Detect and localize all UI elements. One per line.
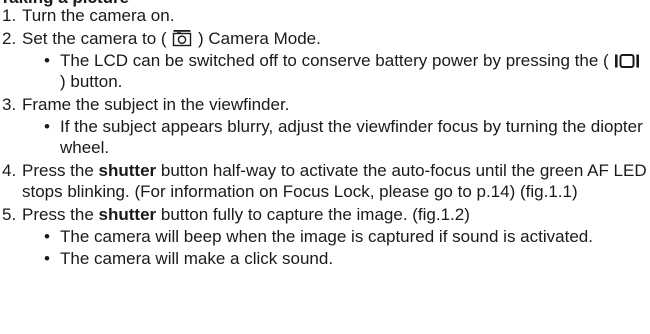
lcd-display-button-icon bbox=[614, 53, 640, 69]
note-item: • The LCD can be switched off to conserv… bbox=[22, 50, 650, 92]
camera-mode-icon bbox=[172, 29, 192, 47]
shutter-keyword: shutter bbox=[98, 205, 157, 224]
bullet-icon: • bbox=[44, 227, 50, 246]
step-number: 4. bbox=[2, 161, 17, 180]
step-4: 4. Press the shutter button half-way to … bbox=[0, 160, 650, 202]
step-text-pre: Press the bbox=[22, 205, 99, 224]
note-text-pre: The LCD can be switched off to conserve … bbox=[60, 51, 614, 70]
note-text: The camera will beep when the image is c… bbox=[60, 227, 593, 246]
step-text-pre: Press the bbox=[22, 161, 99, 180]
step-number: 2. bbox=[2, 29, 17, 48]
step-3-notes: • If the subject appears blurry, adjust … bbox=[22, 116, 650, 158]
step-text: Frame the subject in the viewfinder. bbox=[22, 95, 290, 114]
step-2: 2. Set the camera to ( ) Camera Mode. • … bbox=[0, 28, 650, 92]
step-text: Turn the camera on. bbox=[22, 6, 175, 25]
step-5: 5. Press the shutter button fully to cap… bbox=[0, 204, 650, 269]
step-3: 3. Frame the subject in the viewfinder. … bbox=[0, 94, 650, 158]
shutter-keyword: shutter bbox=[98, 161, 157, 180]
bullet-icon: • bbox=[44, 51, 50, 70]
step-text-post: ) Camera Mode. bbox=[193, 29, 321, 48]
step-1: 1. Turn the camera on. bbox=[0, 5, 650, 26]
note-text: If the subject appears blurry, adjust th… bbox=[60, 117, 643, 157]
note-text: The camera will make a click sound. bbox=[60, 249, 334, 268]
step-5-notes: • The camera will beep when the image is… bbox=[22, 226, 650, 269]
bullet-icon: • bbox=[44, 249, 50, 268]
note-item: • The camera will beep when the image is… bbox=[22, 226, 650, 247]
bullet-icon: • bbox=[44, 117, 50, 136]
step-number: 1. bbox=[2, 6, 17, 25]
step-2-notes: • The LCD can be switched off to conserv… bbox=[22, 50, 650, 92]
instruction-list: 1. Turn the camera on. 2. Set the camera… bbox=[0, 5, 650, 271]
step-number: 5. bbox=[2, 205, 17, 224]
step-text-post: button fully to capture the image. (fig.… bbox=[156, 205, 470, 224]
note-text-post: ) button. bbox=[60, 72, 123, 91]
note-item: • If the subject appears blurry, adjust … bbox=[22, 116, 650, 158]
step-number: 3. bbox=[2, 95, 17, 114]
step-text-pre: Set the camera to ( bbox=[22, 29, 172, 48]
note-item: • The camera will make a click sound. bbox=[22, 248, 650, 269]
